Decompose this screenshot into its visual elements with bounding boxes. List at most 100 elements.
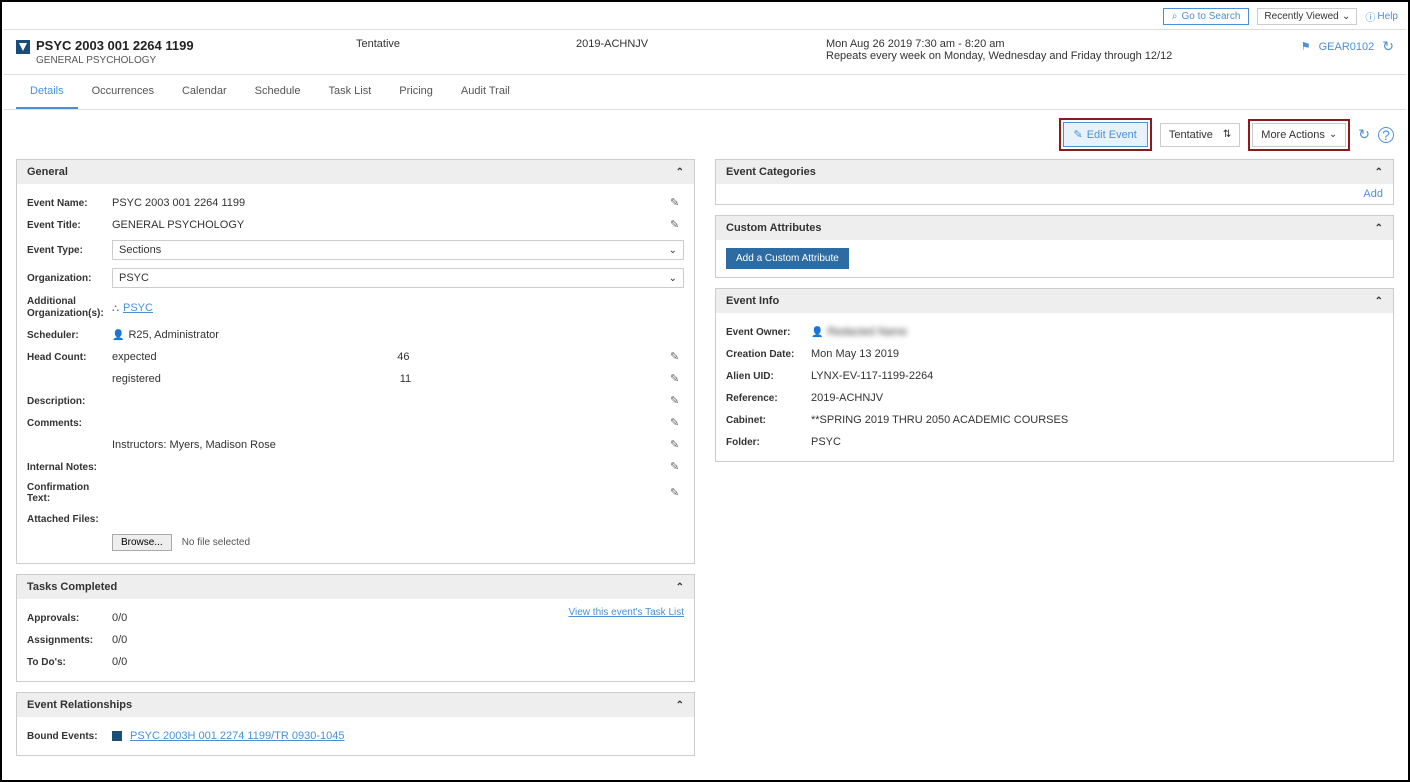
alien-uid-value: LYNX-EV-117-1199-2264	[811, 370, 1383, 382]
tab-calendar[interactable]: Calendar	[168, 75, 241, 109]
chevron-up-icon: ⌃	[676, 167, 684, 178]
tab-occurrences[interactable]: Occurrences	[78, 75, 168, 109]
chevron-up-icon: ⌃	[676, 582, 684, 593]
chevron-up-icon: ⌃	[676, 700, 684, 711]
help-link[interactable]: ⓘ Help	[1365, 9, 1398, 24]
reference-label: Reference:	[726, 393, 811, 404]
page-subtitle: GENERAL PSYCHOLOGY	[36, 55, 356, 66]
organization-label: Organization:	[27, 273, 112, 284]
scheduler-value: R25, Administrator	[128, 329, 218, 341]
edit-icon[interactable]: ✎	[670, 218, 684, 232]
location-flag-icon: ⚑	[1301, 40, 1311, 53]
view-task-list-link[interactable]: View this event's Task List	[569, 607, 684, 618]
additional-org-label: Additional Organization(s):	[27, 296, 112, 320]
header-reference: 2019-ACHNJV	[576, 38, 826, 50]
comments-value: Instructors: Myers, Madison Rose	[112, 439, 276, 451]
todos-label: To Do's:	[27, 657, 112, 668]
organization-select[interactable]: PSYC⌄	[112, 268, 684, 288]
assignments-value: 0/0	[112, 634, 684, 646]
edit-icon[interactable]: ✎	[670, 438, 684, 452]
header-status: Tentative	[356, 38, 576, 50]
bound-event-link[interactable]: PSYC 2003H 001 2274 1199/TR 0930-1045	[130, 730, 344, 742]
edit-icon[interactable]: ✎	[670, 416, 684, 430]
edit-icon[interactable]: ✎	[670, 486, 684, 500]
header-time: Mon Aug 26 2019 7:30 am - 8:20 am	[826, 38, 1301, 50]
go-to-search-label: Go to Search	[1182, 11, 1241, 22]
event-type-label: Event Type:	[27, 245, 112, 256]
scheduler-label: Scheduler:	[27, 330, 112, 341]
panel-custom-attributes-header[interactable]: Custom Attributes ⌃	[716, 216, 1393, 240]
panel-relationships-header[interactable]: Event Relationships ⌃	[17, 693, 694, 717]
edit-icon: ✎	[1074, 128, 1083, 141]
help-icon-toolbar[interactable]: ?	[1378, 127, 1394, 143]
more-actions-dropdown[interactable]: More Actions ⌄	[1252, 123, 1346, 147]
comments-label: Comments:	[27, 418, 112, 429]
no-file-label: No file selected	[182, 537, 250, 548]
chevron-up-icon: ⌃	[1375, 167, 1383, 178]
updown-icon: ⇅	[1223, 129, 1231, 140]
event-title-value: GENERAL PSYCHOLOGY	[112, 219, 244, 231]
panel-general-title: General	[27, 166, 68, 178]
tab-details[interactable]: Details	[16, 75, 78, 109]
edit-icon[interactable]: ✎	[670, 460, 684, 474]
edit-icon[interactable]: ✎	[670, 372, 684, 386]
folder-label: Folder:	[726, 437, 811, 448]
event-icon	[112, 731, 122, 741]
org-icon: ⛬	[112, 303, 119, 314]
panel-tasks-header[interactable]: Tasks Completed ⌃	[17, 575, 694, 599]
page-title: PSYC 2003 001 2264 1199	[36, 38, 356, 53]
edit-event-button[interactable]: ✎ Edit Event	[1063, 122, 1148, 147]
add-custom-attribute-button[interactable]: Add a Custom Attribute	[726, 248, 849, 269]
panel-categories-header[interactable]: Event Categories ⌃	[716, 160, 1393, 184]
browse-button[interactable]: Browse...	[112, 534, 172, 551]
person-icon: 👤	[811, 327, 823, 338]
event-icon	[16, 40, 30, 54]
go-to-search-button[interactable]: ⌕ Go to Search	[1163, 8, 1250, 25]
status-select[interactable]: Tentative ⇅	[1160, 123, 1240, 147]
event-name-label: Event Name:	[27, 198, 112, 209]
event-type-select[interactable]: Sections⌄	[112, 240, 684, 260]
internal-notes-label: Internal Notes:	[27, 462, 112, 473]
refresh-button-toolbar[interactable]: ↻	[1358, 126, 1370, 143]
add-category-link[interactable]: Add	[716, 184, 1393, 204]
registered-label: registered	[112, 373, 161, 385]
alien-uid-label: Alien UID:	[726, 371, 811, 382]
additional-org-link[interactable]: PSYC	[123, 302, 153, 314]
confirmation-text-label: Confirmation Text:	[27, 482, 112, 504]
more-actions-label: More Actions	[1261, 129, 1325, 141]
tab-task-list[interactable]: Task List	[315, 75, 386, 109]
panel-general-header[interactable]: General ⌃	[17, 160, 694, 184]
edit-icon[interactable]: ✎	[670, 350, 684, 364]
help-icon: ⓘ	[1365, 9, 1375, 24]
location-link[interactable]: GEAR0102	[1319, 41, 1375, 53]
cabinet-label: Cabinet:	[726, 415, 811, 426]
tab-audit-trail[interactable]: Audit Trail	[447, 75, 524, 109]
creation-date-label: Creation Date:	[726, 349, 811, 360]
expected-label: expected	[112, 351, 157, 363]
refresh-button[interactable]: ↻	[1382, 38, 1394, 55]
edit-icon[interactable]: ✎	[670, 394, 684, 408]
panel-custom-attributes-title: Custom Attributes	[726, 222, 822, 234]
approvals-value: 0/0	[112, 612, 569, 624]
chevron-up-icon: ⌃	[1375, 296, 1383, 307]
panel-relationships-title: Event Relationships	[27, 699, 132, 711]
panel-tasks-title: Tasks Completed	[27, 581, 117, 593]
chevron-down-icon: ⌄	[669, 245, 677, 256]
tab-schedule[interactable]: Schedule	[241, 75, 315, 109]
panel-event-info-title: Event Info	[726, 295, 779, 307]
approvals-label: Approvals:	[27, 613, 112, 624]
recently-viewed-label: Recently Viewed	[1264, 11, 1338, 22]
edit-icon[interactable]: ✎	[670, 196, 684, 210]
tab-pricing[interactable]: Pricing	[385, 75, 447, 109]
panel-event-info-header[interactable]: Event Info ⌃	[716, 289, 1393, 313]
highlight-edit: ✎ Edit Event	[1059, 118, 1152, 151]
status-select-label: Tentative	[1169, 129, 1213, 141]
search-icon: ⌕	[1172, 11, 1178, 22]
recently-viewed-dropdown[interactable]: Recently Viewed ⌄	[1257, 8, 1357, 25]
event-owner-label: Event Owner:	[726, 327, 811, 338]
todos-value: 0/0	[112, 656, 684, 668]
help-label: Help	[1377, 11, 1398, 22]
header-repeats: Repeats every week on Monday, Wednesday …	[826, 50, 1301, 62]
chevron-down-icon: ⌄	[1329, 129, 1337, 140]
panel-categories-title: Event Categories	[726, 166, 816, 178]
